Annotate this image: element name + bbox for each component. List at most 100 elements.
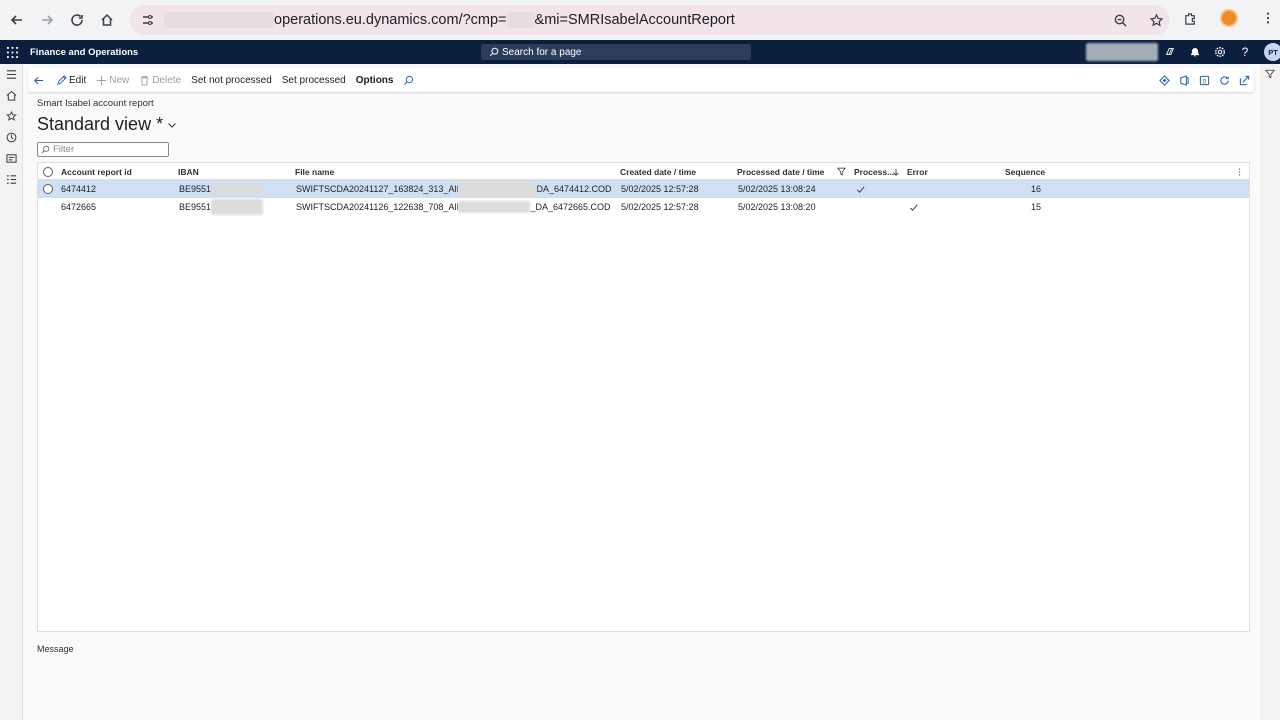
- copilot-icon[interactable]: [1162, 43, 1178, 61]
- address-bar[interactable]: operations.eu.dynamics.com/?cmp= &mi=SMR…: [130, 5, 1170, 35]
- office-icon[interactable]: [1178, 71, 1190, 89]
- filter-funnel-icon[interactable]: [1260, 64, 1280, 84]
- modules-list-icon[interactable]: [0, 169, 23, 190]
- app-launcher-icon[interactable]: [1, 40, 23, 64]
- forward-icon[interactable]: [32, 5, 62, 35]
- zoom-icon[interactable]: [1110, 10, 1130, 30]
- user-avatar[interactable]: PT: [1264, 43, 1280, 61]
- main-content: Edit New Delete Set not processed Set pr…: [23, 64, 1260, 720]
- recent-clock-icon[interactable]: [0, 127, 23, 148]
- edit-button[interactable]: Edit: [51, 68, 91, 92]
- options-tab[interactable]: Options: [351, 68, 399, 92]
- cell-sequence[interactable]: 16: [998, 180, 1041, 198]
- page-search-input[interactable]: Search for a page: [481, 44, 751, 60]
- svg-text:0: 0: [1202, 78, 1206, 85]
- file-name-end: _DA_6472665.COD: [530, 202, 611, 212]
- bookmark-star-icon[interactable]: [1146, 10, 1166, 30]
- table-row[interactable]: 6474412 BE9551 SWIFTSCDA20241127_163824_…: [38, 180, 1249, 198]
- expand-nav-icon[interactable]: [0, 64, 23, 85]
- message-label: Message: [37, 644, 74, 654]
- left-navigation: [0, 64, 23, 720]
- set-not-processed-button[interactable]: Set not processed: [186, 68, 277, 92]
- back-icon[interactable]: [2, 5, 32, 35]
- iban-redacted: [211, 183, 264, 195]
- favorites-star-icon[interactable]: [0, 106, 23, 127]
- profile-avatar[interactable]: [1220, 9, 1238, 27]
- trash-icon: [141, 75, 149, 86]
- column-header-iban[interactable]: IBAN: [178, 163, 199, 180]
- search-actions-button[interactable]: [398, 68, 421, 92]
- select-all-radio[interactable]: [43, 163, 53, 180]
- cell-iban[interactable]: BE9551: [179, 198, 264, 216]
- page-title: Standard view *: [37, 114, 164, 134]
- cell-processed-datetime[interactable]: 5/02/2025 13:08:24: [738, 180, 816, 198]
- url-rest: &mi=SMRIsabelAccountReport: [534, 12, 735, 28]
- edit-pencil-icon: [57, 74, 67, 85]
- breadcrumb: Smart Isabel account report: [37, 98, 154, 109]
- column-options-icon[interactable]: [1238, 163, 1241, 180]
- back-button[interactable]: [28, 68, 51, 92]
- new-button[interactable]: New: [91, 68, 134, 92]
- column-header-processed[interactable]: Process...: [854, 163, 894, 180]
- attachments-icon[interactable]: 0: [1198, 71, 1210, 89]
- delete-button[interactable]: Delete: [134, 68, 186, 92]
- plus-icon: [97, 75, 107, 85]
- new-label: New: [109, 74, 130, 86]
- notifications-icon[interactable]: [1187, 43, 1203, 61]
- iban-prefix: BE9551: [179, 184, 212, 194]
- url-redacted: [506, 12, 535, 28]
- cell-account-report-id[interactable]: 6472665: [61, 198, 96, 216]
- search-icon: [404, 75, 414, 85]
- column-header-processed-datetime[interactable]: Processed date / time: [737, 163, 824, 180]
- reload-icon[interactable]: [62, 5, 92, 35]
- search-icon: [41, 145, 50, 154]
- cell-sequence[interactable]: 15: [998, 198, 1041, 216]
- file-name-start: SWIFTSCDA20241126_122638_708_All: [296, 202, 459, 212]
- iban-prefix: BE9551: [179, 202, 212, 212]
- filter-input[interactable]: Filter: [37, 142, 169, 157]
- edit-label: Edit: [69, 74, 87, 86]
- more-menu-icon[interactable]: [1258, 8, 1278, 28]
- cell-iban[interactable]: BE9551: [179, 180, 264, 198]
- table-row[interactable]: 6472665 BE9551 SWIFTSCDA20241126_122638_…: [38, 198, 1249, 216]
- file-name-end: DA_6474412.COD: [536, 184, 612, 194]
- cell-created[interactable]: 5/02/2025 12:57:28: [621, 198, 699, 216]
- settings-gear-icon[interactable]: [1212, 43, 1228, 61]
- column-header-error[interactable]: Error: [907, 163, 928, 180]
- open-new-window-icon[interactable]: [1238, 71, 1250, 89]
- filter-placeholder: Filter: [53, 144, 75, 155]
- processed-checkmark-icon[interactable]: [856, 180, 865, 198]
- cell-processed-datetime[interactable]: 5/02/2025 13:08:20: [738, 198, 816, 216]
- company-picker[interactable]: [1086, 43, 1158, 61]
- cell-account-report-id[interactable]: 6474412: [61, 180, 96, 198]
- help-icon[interactable]: ?: [1237, 43, 1253, 61]
- browser-toolbar: operations.eu.dynamics.com/?cmp= &mi=SMR…: [0, 0, 1280, 40]
- file-name-redacted: [458, 201, 531, 213]
- home-icon[interactable]: [0, 85, 23, 106]
- delete-label: Delete: [152, 74, 182, 86]
- power-apps-icon[interactable]: [1158, 71, 1170, 89]
- right-pane-strip: [1260, 64, 1280, 720]
- cell-file-name[interactable]: SWIFTSCDA20241127_163824_313_All DA_6474…: [296, 180, 612, 198]
- app-name[interactable]: Finance and Operations: [30, 47, 138, 58]
- home-icon[interactable]: [92, 5, 122, 35]
- column-header-file-name[interactable]: File name: [295, 163, 334, 180]
- cell-created[interactable]: 5/02/2025 12:57:28: [621, 180, 699, 198]
- set-processed-button[interactable]: Set processed: [277, 68, 351, 92]
- row-select-radio[interactable]: [43, 180, 53, 198]
- search-icon: [489, 47, 499, 57]
- column-header-account-report-id[interactable]: Account report id: [61, 163, 132, 180]
- account-report-grid: Account report id IBAN File name Created…: [37, 162, 1250, 632]
- extensions-icon[interactable]: [1180, 8, 1200, 28]
- column-header-sequence[interactable]: Sequence: [1005, 163, 1045, 180]
- file-name-start: SWIFTSCDA20241127_163824_313_All: [296, 184, 459, 194]
- site-settings-icon[interactable]: [140, 12, 156, 28]
- column-filter-funnel-icon[interactable]: [837, 163, 846, 180]
- cell-file-name[interactable]: SWIFTSCDA20241126_122638_708_All _DA_647…: [296, 198, 611, 216]
- view-selector[interactable]: Standard view *: [37, 114, 177, 135]
- refresh-icon[interactable]: [1218, 71, 1230, 89]
- error-checkmark-icon[interactable]: [909, 198, 918, 216]
- column-header-created[interactable]: Created date / time: [620, 163, 696, 180]
- workspaces-icon[interactable]: [0, 148, 23, 169]
- chevron-down-icon: [168, 122, 176, 128]
